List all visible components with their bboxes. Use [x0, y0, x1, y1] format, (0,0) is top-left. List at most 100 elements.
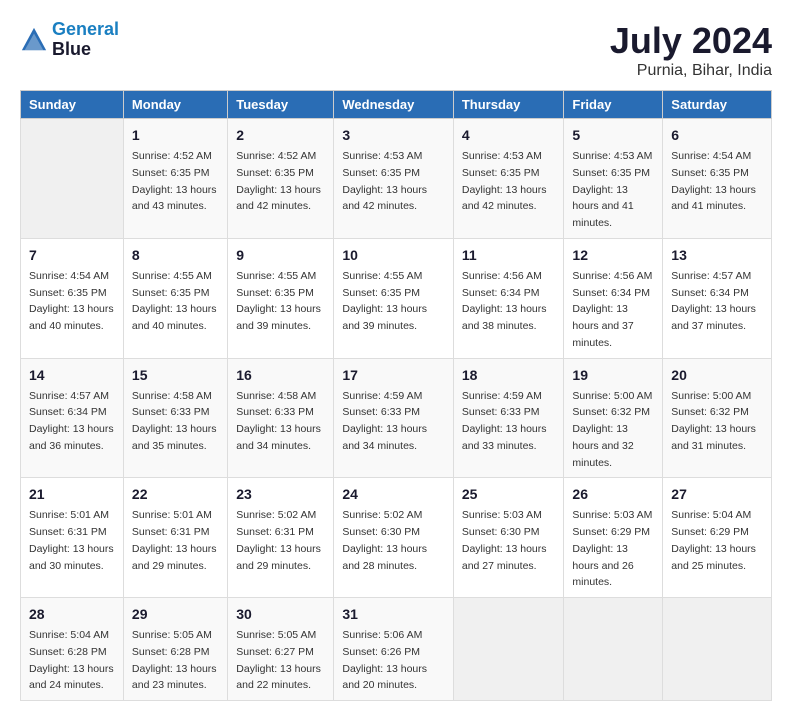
day-info: Sunrise: 4:55 AMSunset: 6:35 PMDaylight:… — [342, 270, 427, 332]
day-info: Sunrise: 4:56 AMSunset: 6:34 PMDaylight:… — [462, 270, 547, 332]
day-cell: 10Sunrise: 4:55 AMSunset: 6:35 PMDayligh… — [334, 238, 454, 358]
header-saturday: Saturday — [663, 91, 772, 119]
day-info: Sunrise: 5:04 AMSunset: 6:28 PMDaylight:… — [29, 629, 114, 691]
day-info: Sunrise: 4:53 AMSunset: 6:35 PMDaylight:… — [462, 150, 547, 212]
day-info: Sunrise: 5:01 AMSunset: 6:31 PMDaylight:… — [29, 509, 114, 571]
day-cell: 3 Sunrise: 4:53 AMSunset: 6:35 PMDaylight… — [334, 119, 454, 239]
day-info: Sunrise: 4:57 AMSunset: 6:34 PMDaylight:… — [29, 390, 114, 452]
day-number: 25 — [462, 484, 556, 505]
day-cell: 12 Sunrise: 4:56 AMSunset: 6:34 PMDayligh… — [564, 238, 663, 358]
logo-text: General Blue — [52, 20, 119, 60]
day-info: Sunrise: 4:56 AMSunset: 6:34 PMDaylight:… — [572, 270, 652, 349]
day-cell: 23 Sunrise: 5:02 AMSunset: 6:31 PMDayligh… — [228, 478, 334, 598]
day-number: 31 — [342, 604, 445, 625]
day-cell: 21 Sunrise: 5:01 AMSunset: 6:31 PMDayligh… — [21, 478, 124, 598]
day-number: 23 — [236, 484, 325, 505]
day-info: Sunrise: 5:02 AMSunset: 6:30 PMDaylight:… — [342, 509, 427, 571]
day-cell: 8Sunrise: 4:55 AMSunset: 6:35 PMDaylight… — [123, 238, 227, 358]
day-info: Sunrise: 5:00 AMSunset: 6:32 PMDaylight:… — [671, 390, 756, 452]
day-cell: 18 Sunrise: 4:59 AMSunset: 6:33 PMDayligh… — [453, 358, 564, 478]
day-number: 19 — [572, 365, 654, 386]
calendar-table: SundayMondayTuesdayWednesdayThursdayFrid… — [20, 90, 772, 701]
day-number: 20 — [671, 365, 763, 386]
day-number: 2 — [236, 125, 325, 146]
day-cell: 28 Sunrise: 5:04 AMSunset: 6:28 PMDayligh… — [21, 598, 124, 701]
day-cell: 1 Sunrise: 4:52 AMSunset: 6:35 PMDaylight… — [123, 119, 227, 239]
header-tuesday: Tuesday — [228, 91, 334, 119]
logo: General Blue — [20, 20, 119, 60]
day-cell: 19 Sunrise: 5:00 AMSunset: 6:32 PMDayligh… — [564, 358, 663, 478]
day-cell: 11 Sunrise: 4:56 AMSunset: 6:34 PMDayligh… — [453, 238, 564, 358]
day-info: Sunrise: 4:59 AMSunset: 6:33 PMDaylight:… — [342, 390, 427, 452]
day-info: Sunrise: 5:04 AMSunset: 6:29 PMDaylight:… — [671, 509, 756, 571]
day-number: 29 — [132, 604, 219, 625]
day-number: 5 — [572, 125, 654, 146]
day-info: Sunrise: 4:53 AMSunset: 6:35 PMDaylight:… — [342, 150, 427, 212]
day-number: 26 — [572, 484, 654, 505]
day-cell: 27 Sunrise: 5:04 AMSunset: 6:29 PMDayligh… — [663, 478, 772, 598]
day-cell: 5Sunrise: 4:53 AMSunset: 6:35 PMDaylight… — [564, 119, 663, 239]
day-number: 13 — [671, 245, 763, 266]
day-info: Sunrise: 4:59 AMSunset: 6:33 PMDaylight:… — [462, 390, 547, 452]
logo-icon — [20, 26, 48, 54]
week-row-1: 1 Sunrise: 4:52 AMSunset: 6:35 PMDaylight… — [21, 119, 772, 239]
day-info: Sunrise: 5:00 AMSunset: 6:32 PMDaylight:… — [572, 390, 652, 469]
subtitle: Purnia, Bihar, India — [610, 62, 772, 80]
day-cell: 26Sunrise: 5:03 AMSunset: 6:29 PMDayligh… — [564, 478, 663, 598]
day-cell — [663, 598, 772, 701]
day-info: Sunrise: 4:55 AMSunset: 6:35 PMDaylight:… — [132, 270, 217, 332]
day-info: Sunrise: 4:58 AMSunset: 6:33 PMDaylight:… — [236, 390, 321, 452]
day-number: 28 — [29, 604, 115, 625]
day-number: 12 — [572, 245, 654, 266]
day-cell: 29 Sunrise: 5:05 AMSunset: 6:28 PMDayligh… — [123, 598, 227, 701]
day-info: Sunrise: 5:03 AMSunset: 6:30 PMDaylight:… — [462, 509, 547, 571]
day-number: 27 — [671, 484, 763, 505]
day-cell — [564, 598, 663, 701]
day-cell — [21, 119, 124, 239]
day-cell: 17 Sunrise: 4:59 AMSunset: 6:33 PMDayligh… — [334, 358, 454, 478]
day-number: 7 — [29, 245, 115, 266]
day-info: Sunrise: 5:06 AMSunset: 6:26 PMDaylight:… — [342, 629, 427, 691]
day-number: 18 — [462, 365, 556, 386]
title-block: July 2024 Purnia, Bihar, India — [610, 20, 772, 80]
day-number: 16 — [236, 365, 325, 386]
day-cell: 20 Sunrise: 5:00 AMSunset: 6:32 PMDayligh… — [663, 358, 772, 478]
day-cell: 22 Sunrise: 5:01 AMSunset: 6:31 PMDayligh… — [123, 478, 227, 598]
day-number: 30 — [236, 604, 325, 625]
day-cell: 30Sunrise: 5:05 AMSunset: 6:27 PMDayligh… — [228, 598, 334, 701]
day-cell: 13 Sunrise: 4:57 AMSunset: 6:34 PMDayligh… — [663, 238, 772, 358]
day-number: 1 — [132, 125, 219, 146]
week-row-2: 7 Sunrise: 4:54 AMSunset: 6:35 PMDaylight… — [21, 238, 772, 358]
day-cell: 16 Sunrise: 4:58 AMSunset: 6:33 PMDayligh… — [228, 358, 334, 478]
day-info: Sunrise: 4:54 AMSunset: 6:35 PMDaylight:… — [29, 270, 114, 332]
day-cell: 6 Sunrise: 4:54 AMSunset: 6:35 PMDaylight… — [663, 119, 772, 239]
day-number: 15 — [132, 365, 219, 386]
day-cell: 9Sunrise: 4:55 AMSunset: 6:35 PMDaylight… — [228, 238, 334, 358]
day-number: 21 — [29, 484, 115, 505]
day-info: Sunrise: 4:58 AMSunset: 6:33 PMDaylight:… — [132, 390, 217, 452]
day-info: Sunrise: 4:52 AMSunset: 6:35 PMDaylight:… — [236, 150, 321, 212]
day-info: Sunrise: 5:05 AMSunset: 6:28 PMDaylight:… — [132, 629, 217, 691]
day-info: Sunrise: 5:02 AMSunset: 6:31 PMDaylight:… — [236, 509, 321, 571]
day-cell: 31 Sunrise: 5:06 AMSunset: 6:26 PMDayligh… — [334, 598, 454, 701]
day-number: 17 — [342, 365, 445, 386]
header-monday: Monday — [123, 91, 227, 119]
day-info: Sunrise: 4:52 AMSunset: 6:35 PMDaylight:… — [132, 150, 217, 212]
day-cell: 4 Sunrise: 4:53 AMSunset: 6:35 PMDaylight… — [453, 119, 564, 239]
calendar-header-row: SundayMondayTuesdayWednesdayThursdayFrid… — [21, 91, 772, 119]
day-info: Sunrise: 5:01 AMSunset: 6:31 PMDaylight:… — [132, 509, 217, 571]
day-number: 3 — [342, 125, 445, 146]
header-wednesday: Wednesday — [334, 91, 454, 119]
day-number: 6 — [671, 125, 763, 146]
header-friday: Friday — [564, 91, 663, 119]
day-cell: 25 Sunrise: 5:03 AMSunset: 6:30 PMDayligh… — [453, 478, 564, 598]
day-info: Sunrise: 4:54 AMSunset: 6:35 PMDaylight:… — [671, 150, 756, 212]
day-number: 4 — [462, 125, 556, 146]
day-info: Sunrise: 4:57 AMSunset: 6:34 PMDaylight:… — [671, 270, 756, 332]
week-row-5: 28 Sunrise: 5:04 AMSunset: 6:28 PMDayligh… — [21, 598, 772, 701]
week-row-4: 21 Sunrise: 5:01 AMSunset: 6:31 PMDayligh… — [21, 478, 772, 598]
day-info: Sunrise: 4:55 AMSunset: 6:35 PMDaylight:… — [236, 270, 321, 332]
day-number: 11 — [462, 245, 556, 266]
main-title: July 2024 — [610, 20, 772, 62]
day-number: 22 — [132, 484, 219, 505]
